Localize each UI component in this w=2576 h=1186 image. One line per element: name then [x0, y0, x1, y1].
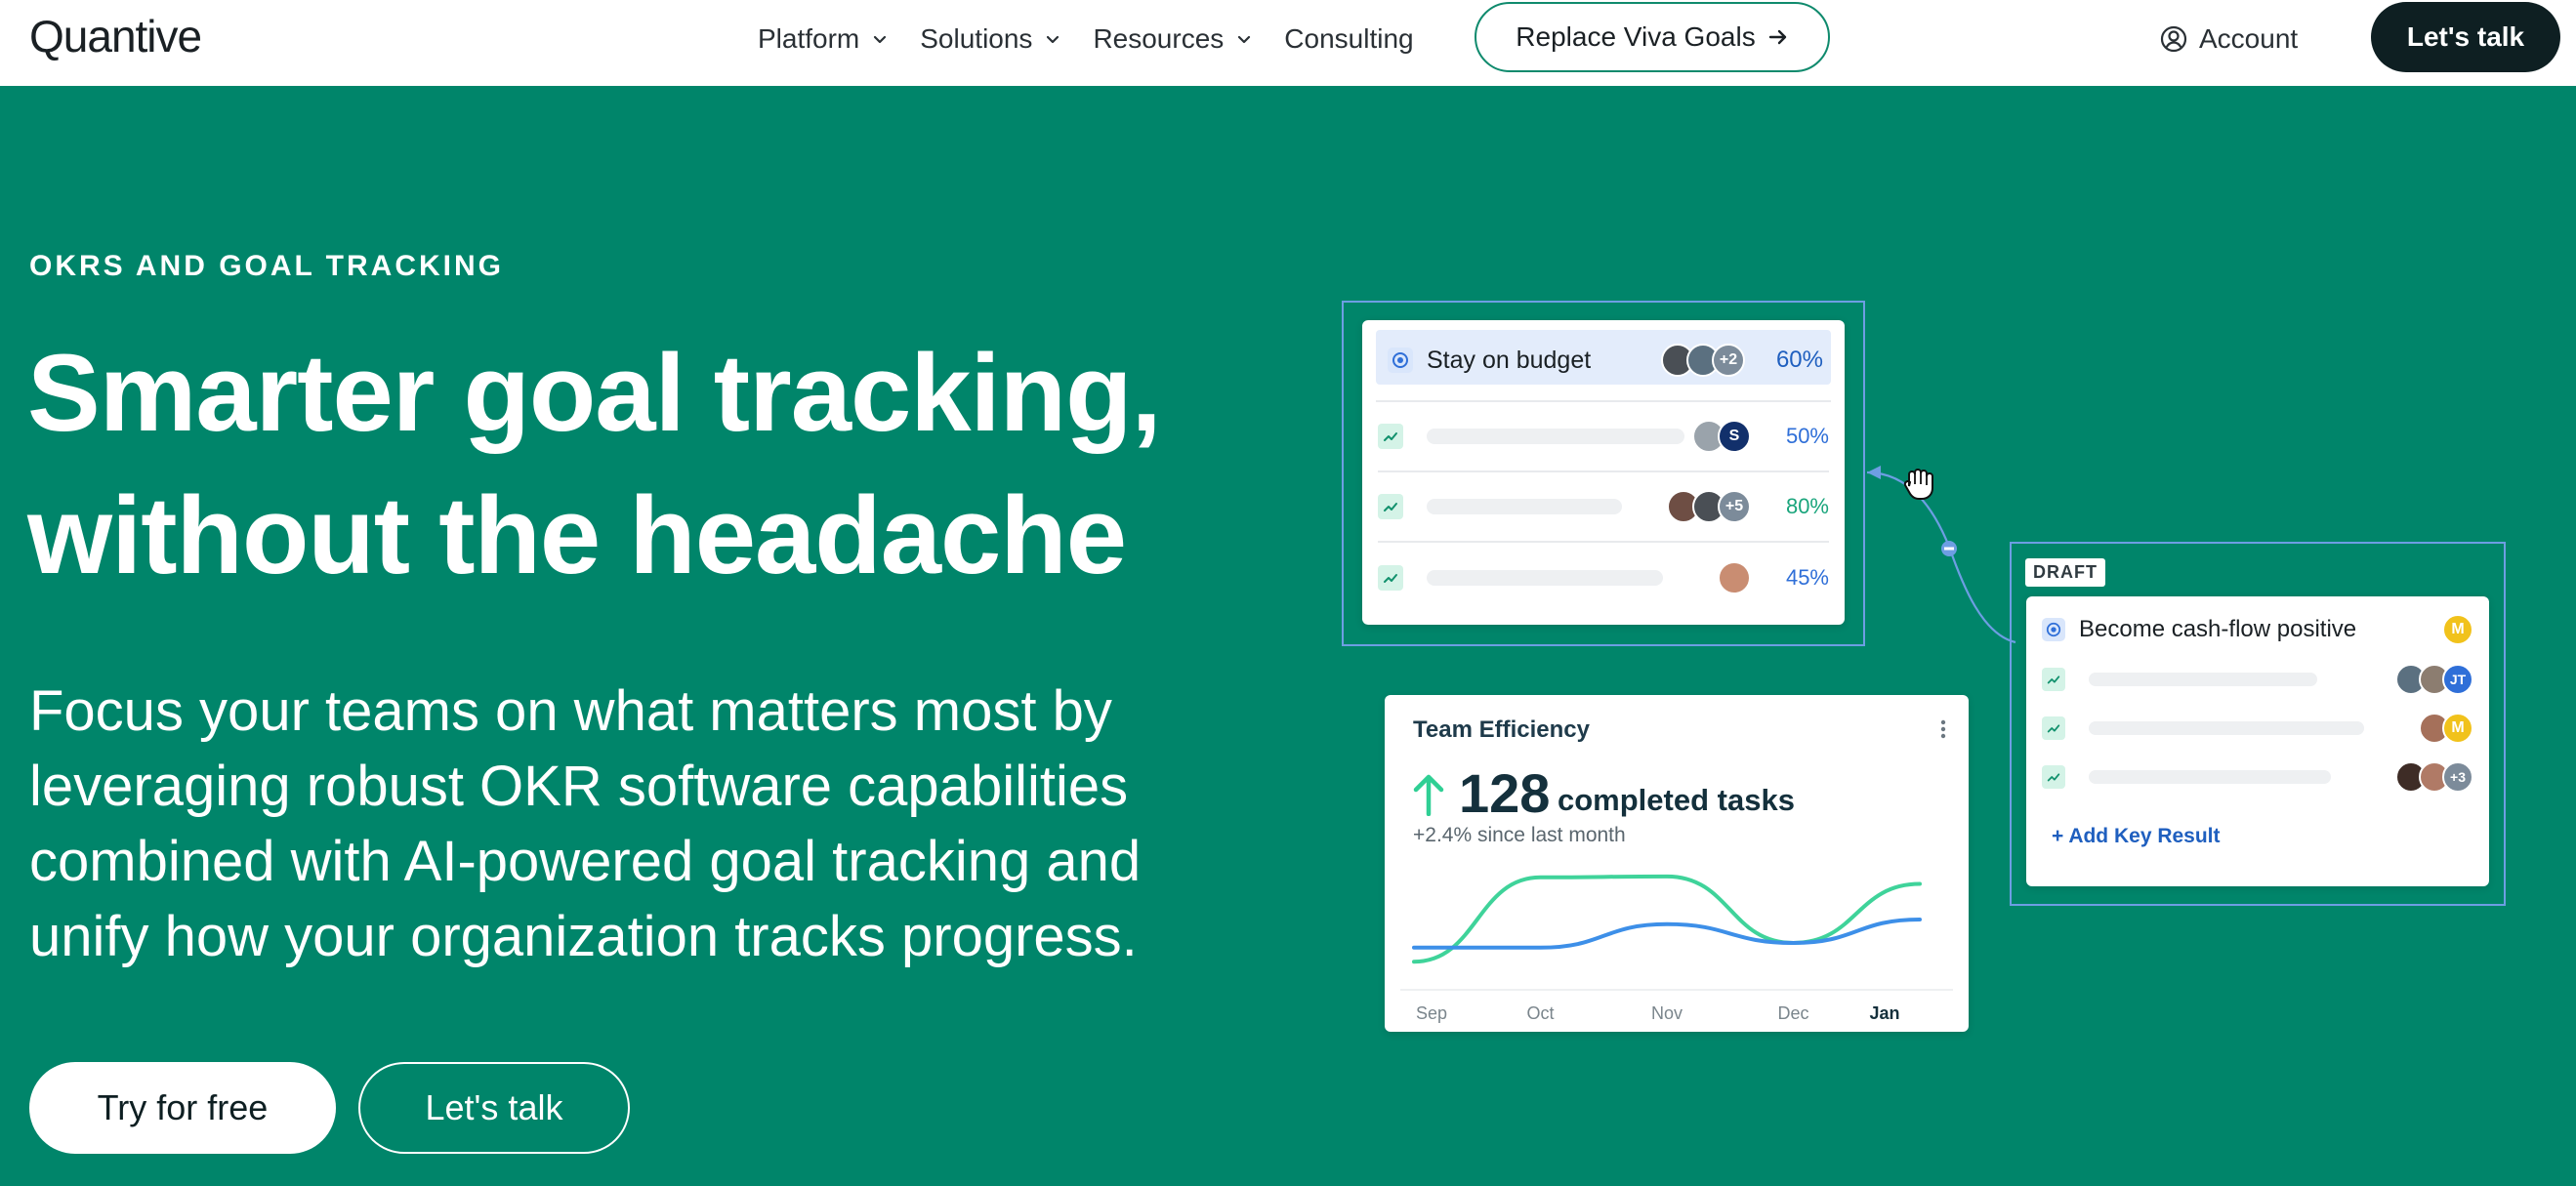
nav-consulting[interactable]: Consulting — [1284, 23, 1413, 55]
avatar-initials: M — [2442, 614, 2473, 645]
x-tick-label: Nov — [1651, 1003, 1683, 1023]
x-tick-label: Oct — [1526, 1003, 1554, 1023]
trend-up-icon — [2042, 765, 2065, 789]
trend-up-icon — [1378, 565, 1403, 591]
draft-okr-card[interactable]: Become cash-flow positive M JT M +3 + Ad… — [2026, 596, 2489, 886]
replace-viva-goals-button[interactable]: Replace Viva Goals — [1475, 2, 1830, 72]
avatar — [1718, 561, 1751, 594]
add-key-result-link[interactable]: + Add Key Result — [2052, 825, 2221, 848]
objective-owner: M — [2442, 614, 2473, 645]
nav-resources-label: Resources — [1093, 23, 1225, 54]
avatar-initials: JT — [2442, 664, 2473, 695]
objective-title: Become cash-flow positive — [2079, 616, 2357, 642]
more-vertical-icon[interactable] — [1939, 718, 1947, 740]
account-link[interactable]: Account — [2160, 0, 2298, 78]
key-result-row[interactable]: JT — [2042, 655, 2473, 704]
key-result-owners: +3 — [2395, 761, 2473, 793]
key-result-progress: 80% — [1785, 494, 1829, 518]
key-result-row[interactable]: S 50% — [1378, 402, 1829, 472]
completed-tasks-value: 128 — [1459, 762, 1551, 824]
nav-solutions-label: Solutions — [920, 23, 1033, 54]
objective-icon — [1388, 348, 1413, 373]
site-header: Quantive Platform Solutions Resources Co… — [0, 0, 2576, 86]
nav-platform[interactable]: Platform — [758, 23, 889, 55]
nav-solutions[interactable]: Solutions — [920, 23, 1061, 55]
lets-talk-hero-button[interactable]: Let's talk — [358, 1062, 630, 1154]
arrow-right-icon — [1768, 29, 1786, 45]
lets-talk-header-button[interactable]: Let's talk — [2371, 2, 2560, 72]
key-result-placeholder-bar — [1427, 429, 1684, 444]
objective-title: Stay on budget — [1427, 346, 1592, 374]
objective-progress: 60% — [1775, 347, 1823, 373]
nav-platform-label: Platform — [758, 23, 860, 54]
x-tick-label: Sep — [1416, 1003, 1447, 1023]
key-result-owners: +5 — [1667, 490, 1751, 523]
trend-up-icon — [1378, 494, 1403, 519]
hero-headline: Smarter goal tracking, without the heada… — [27, 322, 1336, 607]
key-result-placeholder-bar — [2089, 770, 2331, 784]
avatar-overflow-count: +5 — [1718, 490, 1751, 523]
key-result-placeholder-bar — [2089, 721, 2364, 735]
chevron-down-icon — [1238, 35, 1251, 44]
x-tick-label: Dec — [1777, 1003, 1808, 1023]
key-result-owners: M — [2419, 713, 2473, 744]
chevron-down-icon — [1047, 35, 1059, 44]
key-result-row[interactable]: M — [2042, 704, 2473, 753]
try-for-free-button[interactable]: Try for free — [29, 1062, 336, 1154]
objective-owners: +2 — [1661, 344, 1745, 377]
key-result-owners: S — [1692, 420, 1751, 453]
key-result-owners — [1718, 561, 1751, 594]
alignment-connector — [1866, 466, 2016, 644]
key-result-row[interactable]: +5 80% — [1378, 472, 1829, 543]
efficiency-card-title: Team Efficiency — [1413, 716, 1590, 743]
key-result-progress: 50% — [1785, 424, 1829, 448]
replace-viva-goals-label: Replace Viva Goals — [1516, 21, 1756, 52]
key-result-progress: 45% — [1785, 565, 1829, 590]
key-result-row[interactable]: 45% — [1378, 543, 1829, 613]
key-result-row[interactable]: +3 — [2042, 753, 2473, 801]
x-tick-label: Jan — [1869, 1003, 1899, 1023]
hero-headline-line2: without the headache — [27, 474, 1127, 596]
nav-resources[interactable]: Resources — [1093, 23, 1253, 55]
key-result-owners: JT — [2395, 664, 2473, 695]
draft-badge: DRAFT — [2025, 558, 2105, 587]
efficiency-line-chart: Sep Oct Nov Dec Jan — [1400, 874, 1953, 1023]
main-nav: Platform Solutions Resources Consulting — [758, 0, 1445, 78]
user-circle-icon — [2160, 25, 2187, 53]
key-result-placeholder-bar — [2089, 673, 2317, 686]
trend-up-icon — [2042, 716, 2065, 740]
nav-consulting-label: Consulting — [1284, 23, 1414, 54]
objective-icon — [2042, 618, 2065, 641]
hero-subtext: Focus your teams on what matters most by… — [29, 679, 1142, 968]
completed-tasks-label: completed tasks — [1558, 783, 1795, 817]
trend-up-icon — [1378, 424, 1403, 449]
hero-eyebrow: OKRS AND GOAL TRACKING — [29, 250, 504, 282]
objective-row[interactable]: Stay on budget +2 60% — [1376, 320, 1831, 402]
avatar-initials: S — [1718, 420, 1751, 453]
hero-headline-line1: Smarter goal tracking, — [27, 332, 1162, 454]
drag-hand-cursor-icon — [1903, 469, 1933, 500]
key-result-placeholder-bar — [1427, 570, 1663, 586]
arrow-up-icon — [1413, 774, 1444, 816]
account-label: Account — [2199, 23, 2299, 54]
chevron-down-icon — [874, 35, 887, 44]
quantive-logo[interactable]: Quantive — [29, 10, 202, 62]
avatar-overflow-count: +2 — [1712, 344, 1745, 377]
avatar-overflow-count: +3 — [2442, 761, 2473, 793]
avatar-initials: M — [2442, 713, 2473, 744]
budget-okr-card[interactable]: Stay on budget +2 60% S 50% +5 80% 45% — [1362, 320, 1845, 625]
objective-row[interactable]: Become cash-flow positive M — [2042, 604, 2473, 655]
trend-up-icon — [2042, 668, 2065, 691]
team-efficiency-card[interactable]: Team Efficiency 128 completed tasks +2.4… — [1385, 695, 1969, 1032]
key-result-placeholder-bar — [1427, 499, 1622, 514]
